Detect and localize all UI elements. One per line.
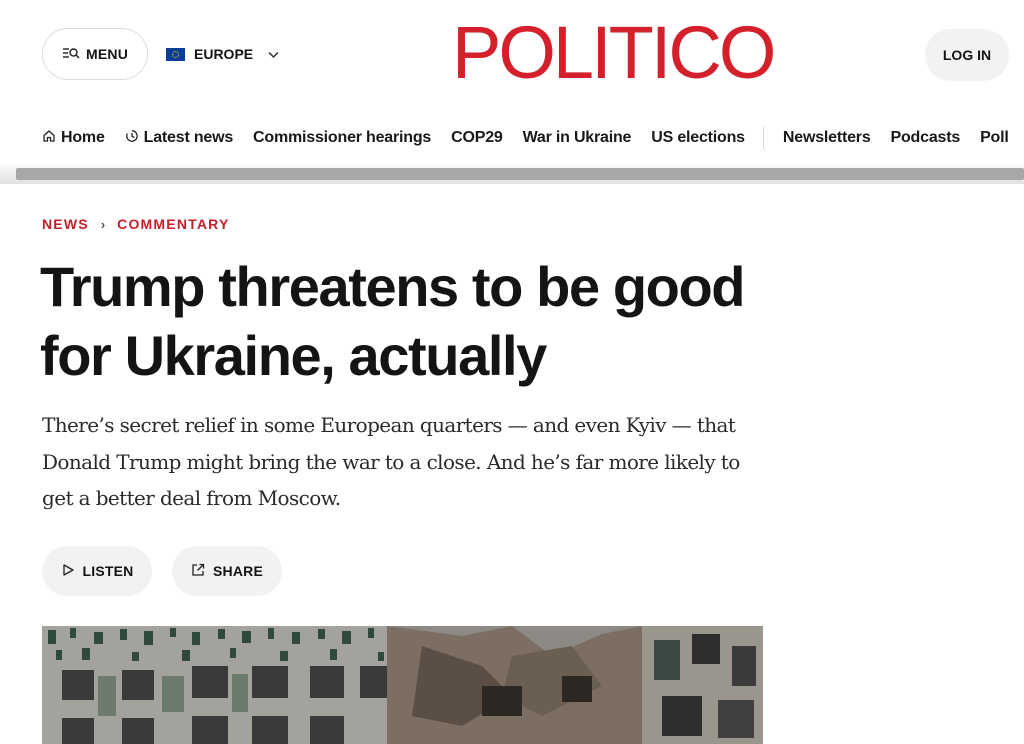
nav-divider [762,127,764,149]
edition-label: EUROPE [194,46,254,62]
share-label: SHARE [212,563,263,579]
listen-button[interactable]: LISTEN [42,546,152,596]
politico-logo[interactable]: POLITICO [452,16,776,90]
home-icon [42,129,56,148]
breadcrumb-commentary-link[interactable]: COMMENTARY [117,216,229,232]
nav-item-us-elections[interactable]: US elections [651,129,745,147]
nav-item-label: Latest news [143,129,234,146]
breadcrumb: NEWS › COMMENTARY [42,216,229,232]
site-header: MENU EUROPE POLITICO LOG IN [0,0,1024,110]
share-button[interactable]: SHARE [172,546,282,596]
nav-item-commissioner-hearings[interactable]: Commissioner hearings [253,129,431,147]
nav-item-label: Home [61,129,105,146]
chevron-down-icon [262,46,279,62]
eu-flag-icon [166,47,185,61]
article-dek: There’s secret relief in some European q… [42,413,740,510]
share-icon [191,563,205,580]
article-headline: Trump threatens to be good for Ukraine, … [40,255,745,387]
play-icon [61,563,75,580]
nav-item-label: War in Ukraine [522,129,632,146]
nav-item-home[interactable]: Home [42,129,105,148]
breadcrumb-separator: › [100,216,106,232]
menu-search-icon [62,46,80,63]
nav-item-podcasts[interactable]: Podcasts [891,129,961,147]
nav-item-label: Commissioner hearings [253,129,432,146]
menu-button[interactable]: MENU [42,28,148,80]
menu-label: MENU [85,46,129,62]
nav-scrollbar-thumb[interactable] [16,168,1024,180]
nav-item-label: Newsletters [782,129,871,146]
nav-item-label: Podcasts [890,129,961,146]
nav-item-cop29[interactable]: COP29 [451,129,503,147]
edition-selector[interactable]: EUROPE [166,28,279,80]
main-nav: Home Latest news Commissioner hearings C… [0,118,1024,158]
nav-item-poll[interactable]: Poll [980,129,1009,147]
bombed-building-photo [42,626,763,744]
nav-item-war-in-ukraine[interactable]: War in Ukraine [523,129,632,147]
nav-item-label: US elections [651,129,745,146]
breadcrumb-news-link[interactable]: NEWS [42,216,89,232]
nav-item-label: COP29 [451,129,503,146]
nav-item-latest-news[interactable]: Latest news [125,129,233,148]
nav-item-label: Poll [980,129,1009,146]
nav-item-newsletters[interactable]: Newsletters [783,129,871,147]
listen-label: LISTEN [82,563,134,579]
clock-icon [125,129,139,148]
hero-image[interactable] [42,626,763,744]
login-button[interactable]: LOG IN [925,29,1009,81]
